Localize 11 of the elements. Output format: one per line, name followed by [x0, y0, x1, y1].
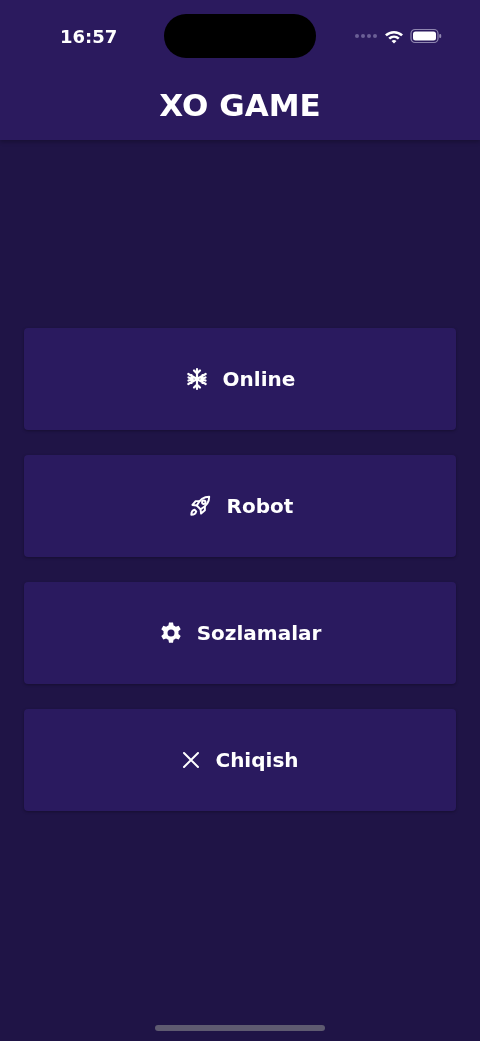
wifi-icon [384, 28, 404, 44]
battery-icon [410, 28, 442, 44]
menu-button[interactable]: Sozlamalar [24, 582, 456, 684]
app-title: XO GAME [158, 86, 322, 121]
close-icon [181, 750, 202, 770]
signal-icon [354, 33, 378, 39]
snowflake-icon [184, 367, 209, 391]
menu-button[interactable]: Online [24, 328, 456, 430]
status-time: 16:57 [60, 25, 119, 47]
menu-button[interactable]: Robot [24, 455, 456, 557]
menu-button[interactable]: Chiqish [24, 709, 456, 811]
